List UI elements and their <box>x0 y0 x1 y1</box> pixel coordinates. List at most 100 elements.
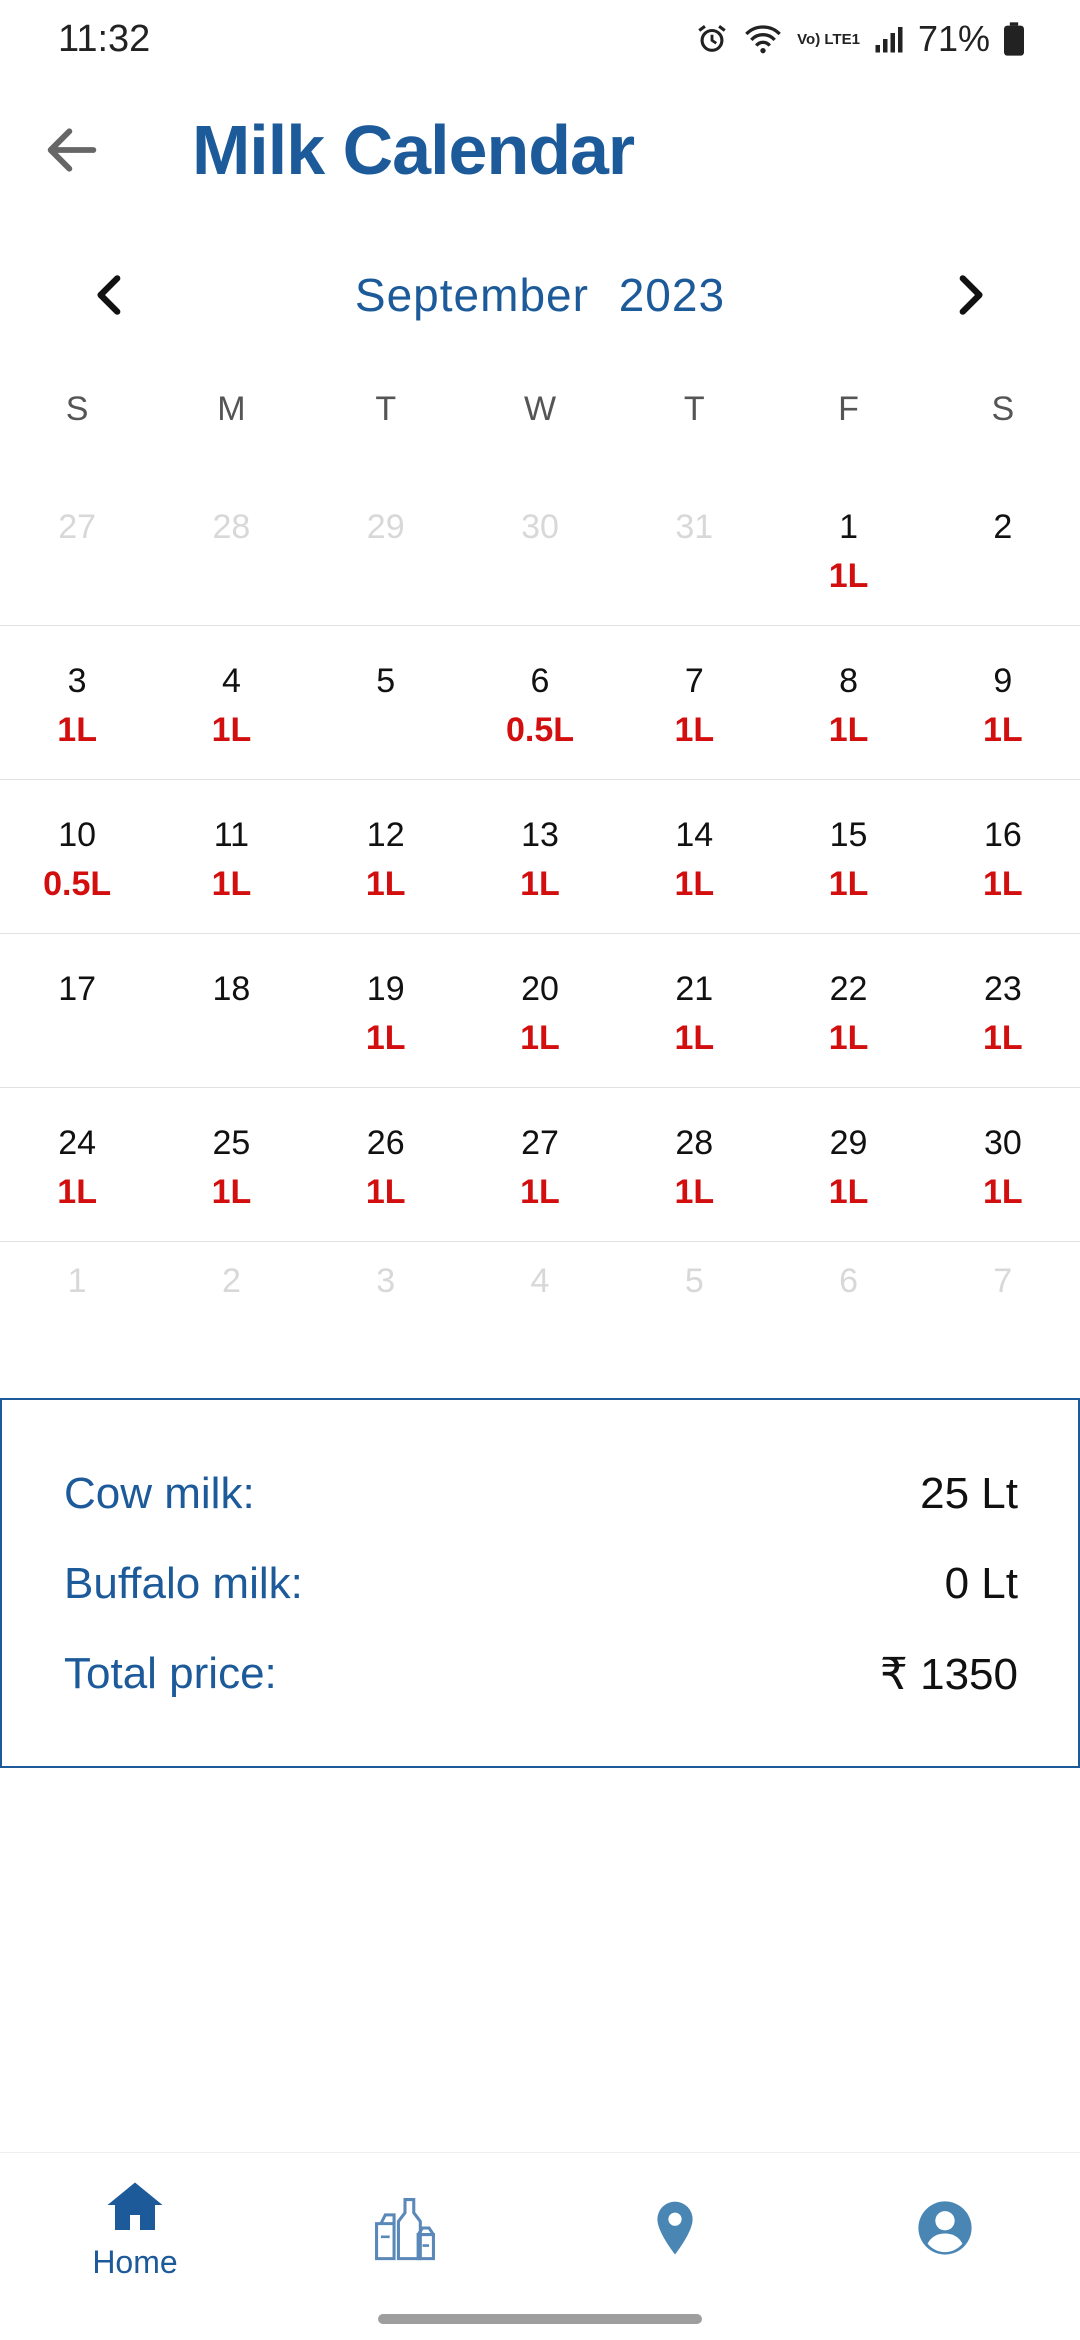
calendar-day-cell[interactable]: 24 1L <box>0 1088 154 1241</box>
milk-quantity: 1L <box>365 865 406 903</box>
year-label: 2023 <box>618 269 726 321</box>
day-number: 22 <box>829 970 868 1008</box>
calendar-day-cell[interactable]: 27 1L <box>463 1088 617 1241</box>
calendar-day-cell[interactable]: 27 <box>0 472 154 625</box>
calendar-day-cell[interactable]: 30 1L <box>926 1088 1080 1241</box>
milk-quantity: 1L <box>520 1019 560 1057</box>
calendar-day-cell[interactable]: 8 1L <box>771 626 925 779</box>
day-number: 2 <box>221 1262 241 1300</box>
milk-quantity: 1L <box>983 865 1023 903</box>
calendar-day-cell[interactable]: 26 1L <box>309 1088 463 1241</box>
milk-summary-box: Cow milk: 25 Lt Buffalo milk: 0 Lt Total… <box>0 1398 1080 1768</box>
calendar-day-cell[interactable]: 16 1L <box>926 780 1080 933</box>
calendar-day-cell[interactable]: 28 1L <box>617 1088 771 1241</box>
weekday-friday: F <box>838 390 859 428</box>
day-number: 27 <box>58 508 97 546</box>
calendar-day-cell[interactable]: 5 <box>617 1242 771 1352</box>
calendar-day-cell[interactable]: 20 1L <box>463 934 617 1087</box>
calendar-day-cell[interactable]: 23 1L <box>926 934 1080 1087</box>
calendar-day-cell[interactable]: 4 <box>463 1242 617 1352</box>
milk-quantity <box>926 557 1080 597</box>
day-number: 30 <box>521 508 559 546</box>
milk-quantity: 1L <box>365 1173 406 1211</box>
day-number: 5 <box>684 1262 704 1300</box>
calendar-day-cell[interactable]: 3 <box>309 1242 463 1352</box>
calendar-week-row: 17 18 19 1L 20 1L 21 1L 22 1L 23 1L <box>0 933 1080 1087</box>
calendar-day-cell[interactable]: 9 1L <box>926 626 1080 779</box>
day-number: 12 <box>366 816 405 854</box>
calendar-day-cell[interactable]: 13 1L <box>463 780 617 933</box>
nav-home[interactable]: Home <box>0 2153 270 2303</box>
calendar-day-cell[interactable]: 15 1L <box>771 780 925 933</box>
calendar-day-cell[interactable]: 22 1L <box>771 934 925 1087</box>
weekday-monday: M <box>217 390 246 428</box>
cow-milk-value: 25 Lt <box>920 1469 1018 1518</box>
battery-icon <box>1004 22 1024 56</box>
day-number: 10 <box>58 816 97 854</box>
calendar-day-cell[interactable]: 17 <box>0 934 154 1087</box>
calendar-day-cell[interactable]: 11 1L <box>154 780 308 933</box>
calendar-day-cell[interactable]: 29 1L <box>771 1088 925 1241</box>
calendar-day-cell[interactable]: 2 <box>154 1242 308 1352</box>
calendar-day-cell[interactable]: 6 0.5L <box>463 626 617 779</box>
gesture-home-indicator[interactable] <box>378 2314 702 2324</box>
next-month-chevron-icon[interactable] <box>944 270 994 320</box>
day-number: 23 <box>983 970 1022 1008</box>
weekday-header-row: S M T W T F S <box>0 390 1080 450</box>
app-bar: Milk Calendar <box>0 100 1080 200</box>
calendar-day-cell[interactable]: 25 1L <box>154 1088 308 1241</box>
calendar-day-cell[interactable]: 10 0.5L <box>0 780 154 933</box>
buffalo-milk-label: Buffalo milk: <box>64 1559 303 1608</box>
milk-quantity: 1L <box>211 865 252 903</box>
day-number: 19 <box>366 970 405 1008</box>
bottom-navigation: Home <box>0 2152 1080 2303</box>
milk-quantity: 1L <box>828 1173 869 1211</box>
calendar-day-cell[interactable]: 1 <box>0 1242 154 1352</box>
calendar-day-cell[interactable]: 18 <box>154 934 308 1087</box>
calendar-day-cell[interactable]: 3 1L <box>0 626 154 779</box>
calendar-day-cell[interactable]: 5 <box>309 626 463 779</box>
calendar-day-cell[interactable]: 6 <box>771 1242 925 1352</box>
milk-quantity: 1L <box>828 865 869 903</box>
milk-quantity: 1L <box>674 711 715 749</box>
day-number: 25 <box>212 1124 251 1162</box>
day-number: 6 <box>530 662 550 700</box>
calendar-day-cell[interactable]: 7 1L <box>617 626 771 779</box>
calendar-day-cell[interactable]: 31 <box>617 472 771 625</box>
day-number: 29 <box>366 508 405 546</box>
day-number: 16 <box>983 816 1022 854</box>
calendar-day-cell[interactable]: 30 <box>463 472 617 625</box>
calendar-day-cell[interactable]: 19 1L <box>309 934 463 1087</box>
calendar-day-cell[interactable]: 29 <box>309 472 463 625</box>
nav-profile[interactable] <box>810 2153 1080 2303</box>
day-number: 4 <box>221 662 241 700</box>
nav-products[interactable] <box>270 2153 540 2303</box>
calendar-day-cell[interactable]: 12 1L <box>309 780 463 933</box>
calendar-week-row: 24 1L 25 1L 26 1L 27 1L 28 1L 29 1L 30 1L <box>0 1087 1080 1241</box>
home-icon <box>105 2177 165 2238</box>
calendar-day-cell[interactable]: 14 1L <box>617 780 771 933</box>
day-number: 28 <box>675 1124 714 1162</box>
day-number: 28 <box>212 508 251 546</box>
calendar-week-row: 3 1L 4 1L 5 6 0.5L 7 1L 8 1L 9 1L <box>0 625 1080 779</box>
total-price-row: Total price: ₹ 1350 <box>64 1644 1018 1704</box>
back-arrow-icon[interactable] <box>40 118 104 182</box>
calendar-day-cell[interactable]: 28 <box>154 472 308 625</box>
buffalo-milk-row: Buffalo milk: 0 Lt <box>64 1554 1018 1614</box>
day-number: 15 <box>829 816 868 854</box>
total-price-label: Total price: <box>64 1649 277 1698</box>
day-number: 31 <box>675 508 714 546</box>
day-number: 1 <box>67 1262 87 1300</box>
calendar-week-row: 27 28 29 30 31 1 1L 2 <box>0 472 1080 625</box>
milk-quantity: 1L <box>57 1173 97 1211</box>
calendar-day-cell[interactable]: 1 1L <box>771 472 925 625</box>
day-number: 29 <box>829 1124 868 1162</box>
calendar-day-cell[interactable]: 2 <box>926 472 1080 625</box>
nav-home-label: Home <box>92 2244 178 2280</box>
calendar-day-cell[interactable]: 7 <box>926 1242 1080 1352</box>
milk-quantity <box>309 711 463 751</box>
day-number: 13 <box>521 816 559 854</box>
calendar-day-cell[interactable]: 4 1L <box>154 626 308 779</box>
calendar-day-cell[interactable]: 21 1L <box>617 934 771 1087</box>
nav-location[interactable] <box>540 2153 810 2303</box>
